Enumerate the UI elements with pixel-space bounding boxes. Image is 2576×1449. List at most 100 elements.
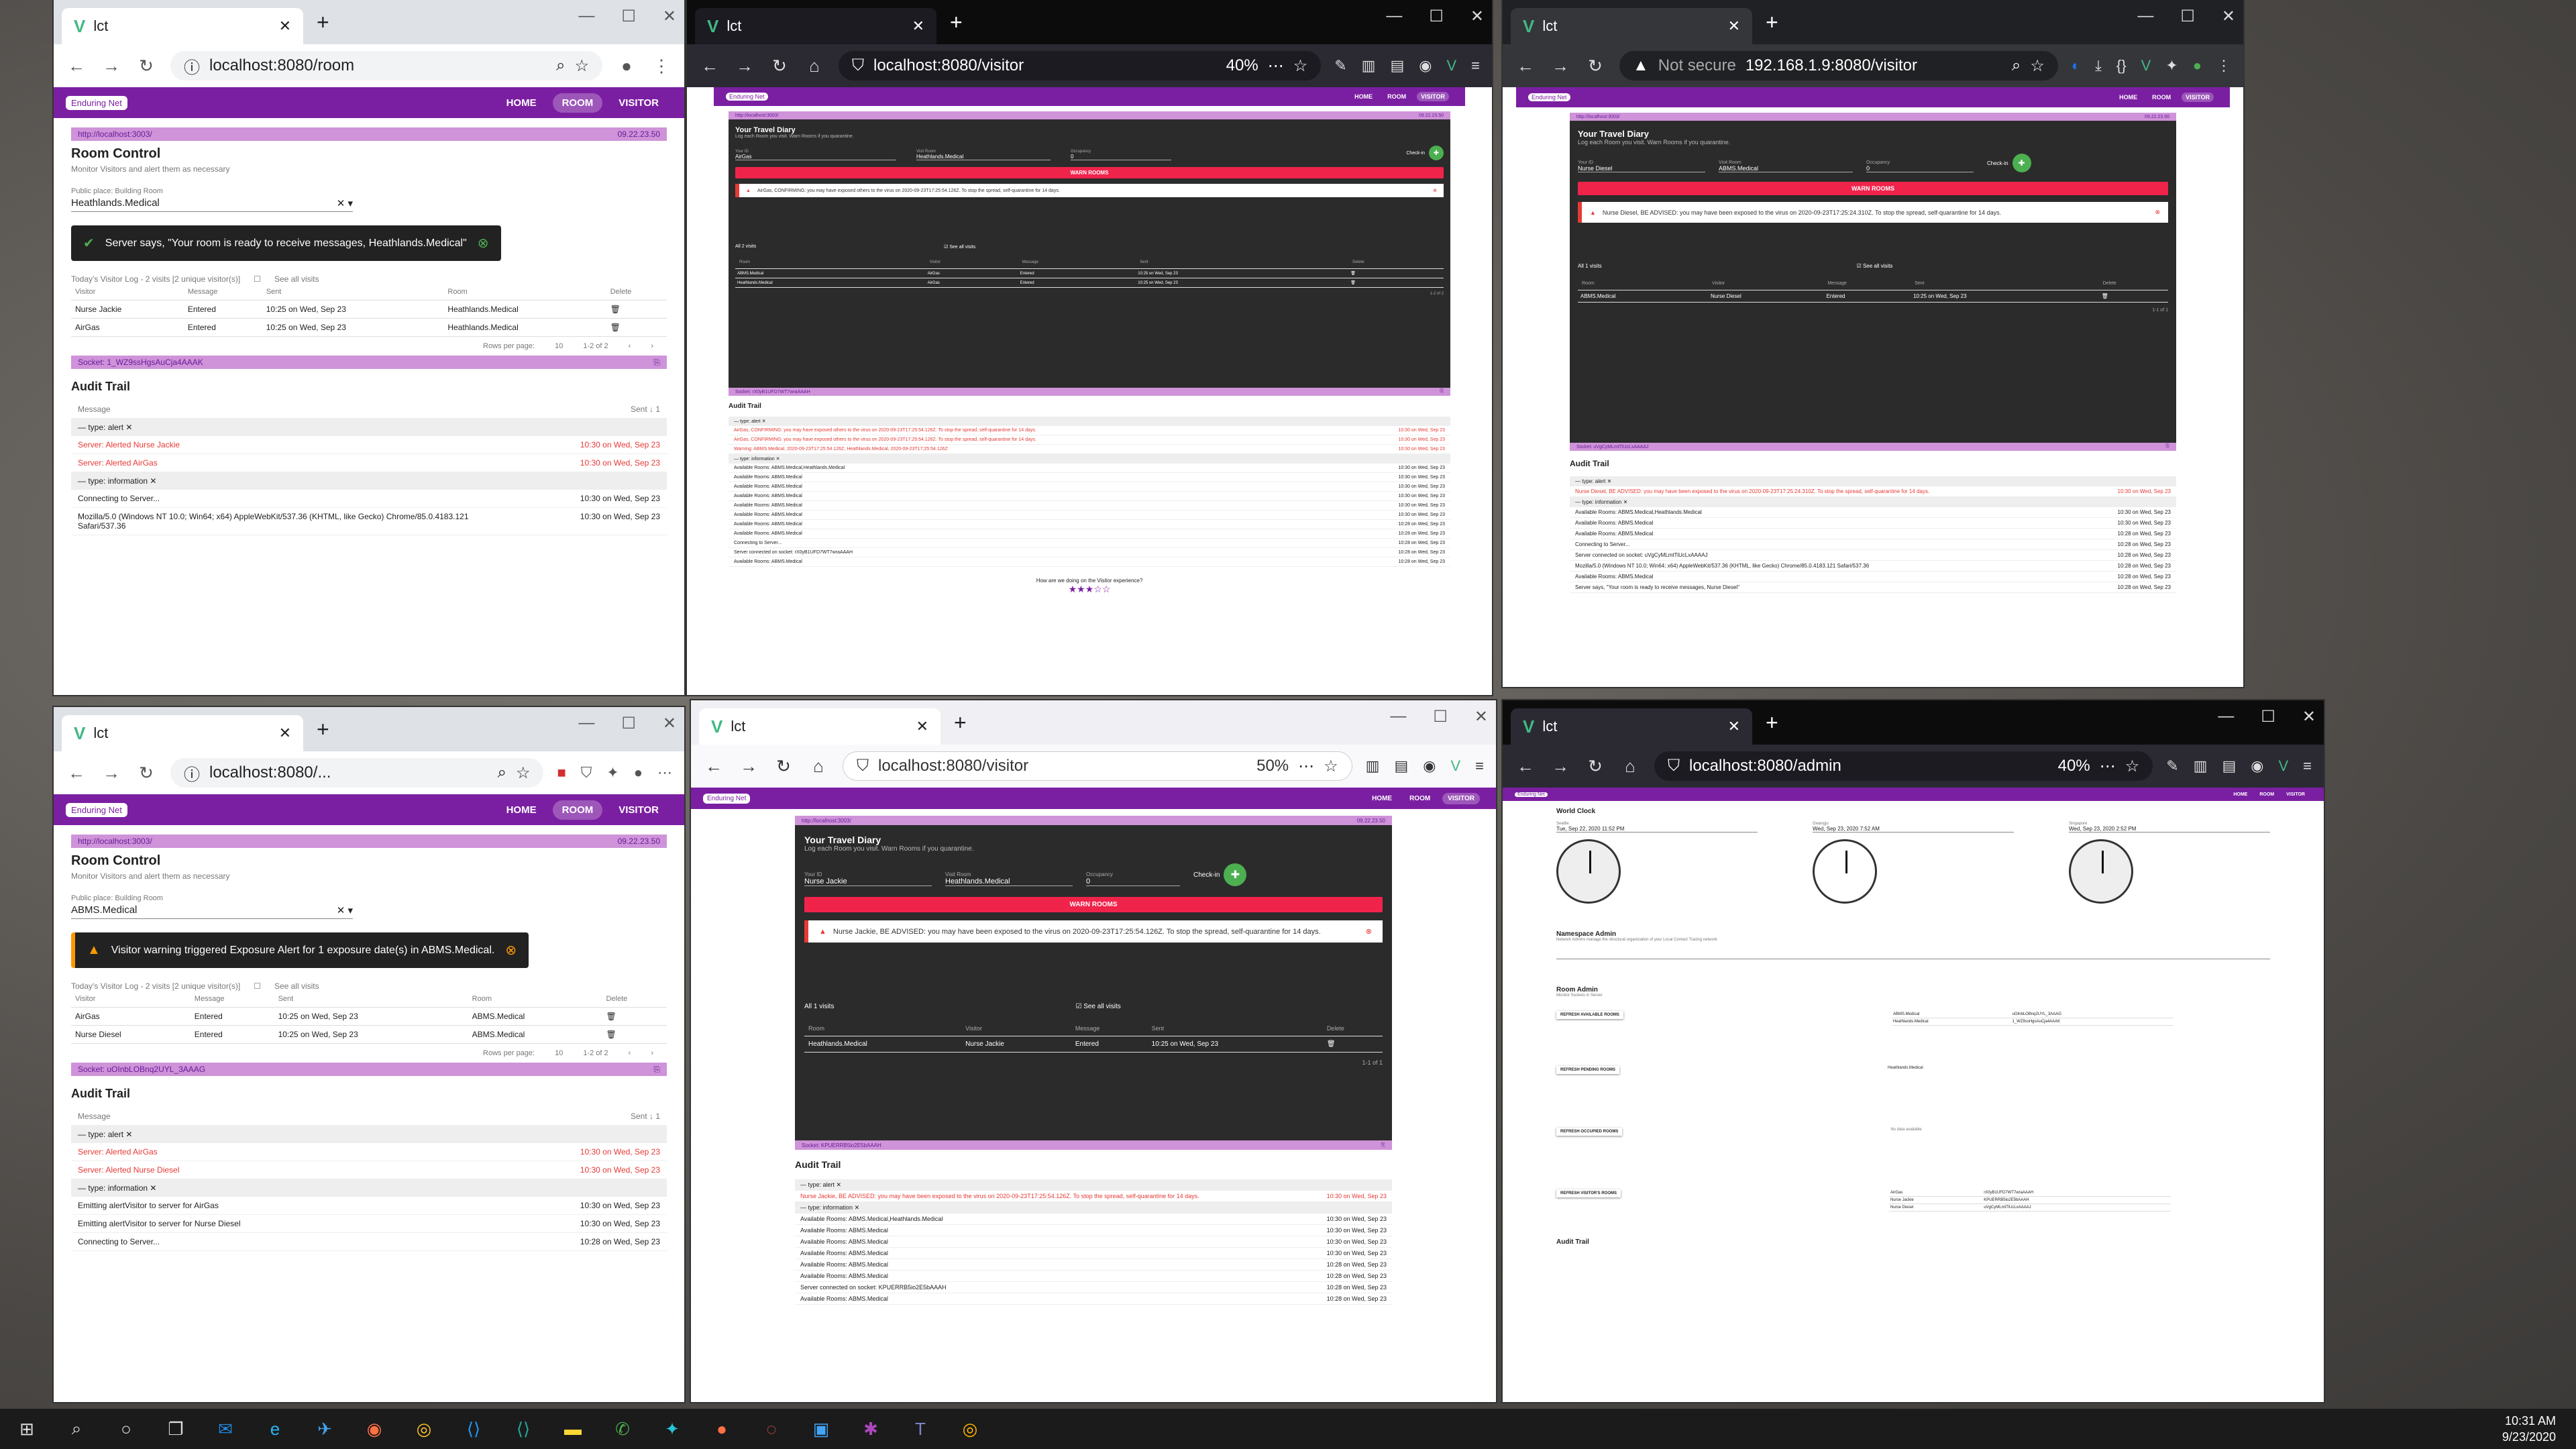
delete-icon[interactable]: 🗑 [606, 300, 667, 319]
clock-time[interactable]: Tue, Sep 22, 2020 11:52 PM [1556, 826, 1758, 833]
nav-home[interactable]: HOME [1366, 793, 1397, 804]
start-icon[interactable]: ⊞ [13, 1419, 40, 1440]
col-room[interactable]: Room [804, 1021, 962, 1036]
nav-room[interactable]: ROOM [1404, 793, 1436, 804]
browser-tab[interactable]: Vlct ✕ [699, 708, 941, 745]
nav-room[interactable]: ROOM [552, 93, 603, 113]
col-visitor[interactable]: Visitor [71, 991, 191, 1008]
clock-time[interactable]: Wed, Sep 23, 2020 2:52 PM [2069, 826, 2270, 833]
reload-icon[interactable]: ↻ [136, 56, 157, 76]
group-alert[interactable]: — type: alert ✕ [71, 1126, 667, 1143]
socket-icon[interactable]: ⎘ [1381, 1142, 1385, 1148]
new-tab-button[interactable]: + [941, 710, 980, 735]
see-all-checkbox[interactable]: ☐ [254, 981, 261, 991]
occupancy-field[interactable]: Occupancy 0 [1071, 150, 1171, 160]
delete-icon[interactable]: 🗑 [1348, 268, 1444, 278]
more-icon[interactable]: ⋯ [2100, 757, 2116, 776]
url-bar[interactable]: ⛉ localhost:8080/visitor 50% ⋯ ☆ [843, 751, 1352, 781]
your-id-select[interactable]: Your ID AirGas [735, 150, 896, 160]
visit-room-select[interactable]: Visit Room Heathlands.Medical [916, 150, 1051, 160]
col-room[interactable]: Room [1578, 277, 1708, 290]
col-visitor[interactable]: Visitor [1707, 277, 1824, 290]
close-tab-icon[interactable]: ✕ [1728, 718, 1740, 735]
delete-icon[interactable]: 🗑 [1322, 1036, 1383, 1053]
warn-rooms-button[interactable]: WARN ROOMS [735, 167, 1444, 178]
maximize-icon[interactable]: ☐ [1433, 707, 1448, 727]
col-sent[interactable]: Sent [274, 991, 468, 1008]
nav-room[interactable]: ROOM [2148, 93, 2175, 102]
nav-room[interactable]: ROOM [2257, 792, 2277, 798]
sidebar-icon[interactable]: ▤ [1390, 57, 1404, 74]
close-alert-icon[interactable]: ⊗ [1433, 188, 1437, 193]
delete-icon[interactable]: 🗑 [606, 318, 667, 337]
star-icon[interactable]: ☆ [2125, 757, 2140, 776]
close-window-icon[interactable]: ✕ [2222, 7, 2235, 26]
teams-icon[interactable]: T [907, 1419, 934, 1440]
download-icon[interactable]: ⤓ [2095, 57, 2102, 74]
close-tab-icon[interactable]: ✕ [279, 17, 291, 35]
delete-icon[interactable]: 🗑 [2098, 290, 2168, 303]
extension-icon[interactable]: ◐ [2072, 57, 2080, 74]
menu-icon[interactable]: ≡ [1475, 757, 1484, 775]
new-tab-button[interactable]: + [303, 717, 343, 742]
account-icon[interactable]: ◉ [2251, 757, 2263, 775]
browser-tab[interactable]: Vlct ✕ [695, 8, 936, 44]
col-message[interactable]: Message [183, 284, 262, 301]
forward-icon[interactable]: → [1550, 756, 1571, 777]
profile-icon[interactable]: ● [616, 56, 637, 76]
extension-icon[interactable]: ■ [557, 764, 566, 782]
group-alert[interactable]: — type: alert ✕ [729, 417, 1450, 426]
minimize-icon[interactable]: — [578, 714, 594, 733]
search-icon[interactable]: ⌕ [497, 763, 506, 782]
zoom-level[interactable]: 40% [2058, 757, 2090, 775]
info-icon[interactable]: ⓘ [184, 54, 200, 78]
delete-icon[interactable]: 🗑 [602, 1025, 667, 1044]
maximize-icon[interactable]: ☐ [621, 714, 636, 733]
checkin-button[interactable]: ✚ [1224, 863, 1247, 886]
browser-tab[interactable]: Vlct ✕ [1511, 708, 1752, 745]
profile-icon[interactable]: ● [634, 764, 643, 782]
close-window-icon[interactable]: ✕ [1474, 707, 1488, 727]
next-page-icon[interactable]: › [651, 342, 653, 350]
col-sent[interactable]: Sent [262, 284, 444, 301]
menu-icon[interactable]: ⋮ [2216, 57, 2231, 74]
reload-icon[interactable]: ↻ [1585, 56, 1606, 76]
back-icon[interactable]: ← [66, 56, 87, 76]
group-info[interactable]: — type: information ✕ [71, 1179, 667, 1197]
nav-visitor[interactable]: VISITOR [1442, 792, 1480, 804]
new-tab-button[interactable]: + [936, 10, 976, 35]
app-logo[interactable]: Enduring Net [726, 93, 768, 101]
bird-app-icon[interactable]: ✈ [311, 1419, 338, 1440]
forward-icon[interactable]: → [734, 56, 755, 76]
shield-icon[interactable]: ⛉ [1668, 757, 1680, 775]
nav-visitor[interactable]: VISITOR [2182, 93, 2214, 102]
new-tab-button[interactable]: + [1752, 710, 1792, 735]
audit-col-message[interactable]: Message [78, 1112, 111, 1121]
search-icon[interactable]: ⌕ [2012, 56, 2021, 75]
slack-icon[interactable]: ✱ [857, 1419, 884, 1440]
col-visitor[interactable]: Visitor [925, 256, 1018, 269]
col-room[interactable]: Room [443, 284, 606, 301]
browser-tab[interactable]: Vlct ✕ [62, 8, 303, 44]
col-sent[interactable]: Sent [1136, 256, 1349, 269]
close-window-icon[interactable]: ✕ [663, 714, 676, 733]
star-icon[interactable]: ☆ [1293, 56, 1308, 76]
url-bar[interactable]: ⛉ localhost:8080/visitor 40% ⋯ ☆ [839, 51, 1322, 80]
vue-devtools-icon[interactable]: V [1446, 57, 1456, 74]
see-all-checkbox[interactable]: ☐ [254, 274, 261, 284]
postman-icon[interactable]: ● [708, 1419, 735, 1440]
new-tab-button[interactable]: + [303, 10, 343, 35]
app-logo[interactable]: Enduring Net [66, 95, 127, 110]
whatsapp-icon[interactable]: ✆ [609, 1419, 636, 1440]
account-icon[interactable]: ◉ [1423, 757, 1436, 775]
checkin-button[interactable]: ✚ [2012, 154, 2031, 172]
system-clock[interactable]: 10:31 AM 9/23/2020 [2502, 1413, 2556, 1445]
nav-visitor[interactable]: VISITOR [2284, 792, 2308, 798]
vue-devtools-icon[interactable]: V [2278, 757, 2288, 775]
col-visitor[interactable]: Visitor [961, 1021, 1071, 1036]
close-window-icon[interactable]: ✕ [1470, 7, 1484, 26]
close-alert-icon[interactable]: ⊗ [2155, 209, 2160, 216]
socket-icon[interactable]: ⎘ [653, 1065, 660, 1075]
delete-icon[interactable]: 🗑 [602, 1007, 667, 1026]
menu-icon[interactable]: ⋮ [651, 56, 672, 76]
